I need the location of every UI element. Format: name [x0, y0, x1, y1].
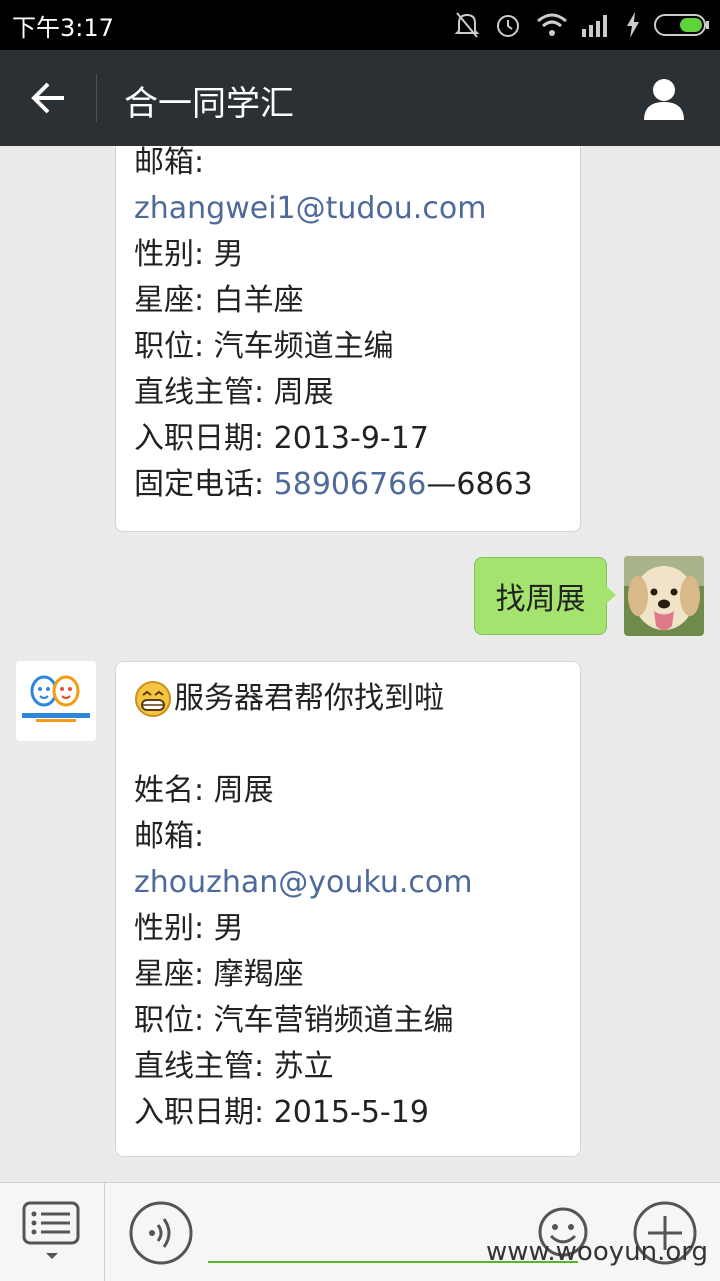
bar-divider	[104, 1183, 105, 1281]
watermark: www.wooyun.org	[485, 1237, 708, 1267]
phone-label: 固定电话:	[134, 467, 265, 502]
manager-line: 直线主管: 周展	[134, 375, 334, 410]
message-bubble-employee-2[interactable]: 服务器君帮你找到啦 姓名: 周展 邮箱: zhouzhan@youku.com …	[115, 661, 581, 1157]
message-bubble-employee-1[interactable]: 邮箱: zhangwei1@tudou.com 性别: 男 星座: 白羊座 职位…	[115, 146, 581, 532]
bot-logo-image	[16, 661, 96, 741]
title-divider	[96, 74, 97, 122]
bot-avatar[interactable]	[16, 661, 96, 741]
zodiac-line: 星座: 摩羯座	[134, 957, 304, 992]
chat-area[interactable]: 邮箱: zhangwei1@tudou.com 性别: 男 星座: 白羊座 职位…	[0, 146, 720, 1182]
chat-title: 合一同学汇	[124, 84, 294, 124]
status-icons	[454, 10, 710, 40]
join-date-line: 入职日期: 2015-5-19	[134, 1095, 429, 1130]
position-line: 职位: 汽车营销频道主编	[134, 1003, 454, 1038]
zodiac-line: 星座: 白羊座	[134, 283, 304, 318]
status-bar: 下午3:17	[0, 0, 720, 50]
mute-bell-icon	[454, 12, 480, 38]
name-line: 姓名: 周展	[134, 773, 274, 808]
manager-line: 直线主管: 苏立	[134, 1049, 334, 1084]
wifi-icon	[537, 13, 567, 36]
email-label: 邮箱:	[134, 146, 205, 180]
sent-message-text: 找周展	[495, 582, 586, 617]
gender-line: 性别: 男	[134, 911, 244, 946]
signal-icon	[582, 15, 607, 37]
profile-icon[interactable]	[642, 76, 686, 120]
charging-icon	[627, 12, 639, 38]
menu-list-icon[interactable]	[22, 1201, 82, 1265]
join-date-line: 入职日期: 2013-9-17	[134, 421, 429, 456]
battery-icon	[654, 14, 709, 36]
voice-icon[interactable]	[128, 1200, 194, 1266]
input-bar: www.wooyun.org	[0, 1182, 720, 1281]
phone-ext: —6863	[426, 467, 533, 502]
email-label-line: 邮箱:	[134, 819, 205, 854]
email-link-line[interactable]: zhouzhan@youku.com	[134, 860, 562, 906]
title-bar: 合一同学汇	[0, 50, 720, 146]
email-link[interactable]: zhouzhan@youku.com	[134, 865, 472, 900]
position-line: 职位: 汽车频道主编	[134, 329, 394, 364]
email-link[interactable]: zhangwei1@tudou.com	[134, 186, 562, 232]
grin-emoji-icon	[135, 681, 171, 717]
back-arrow-icon[interactable]	[28, 78, 68, 118]
greeting-text: 服务器君帮你找到啦	[174, 681, 444, 716]
phone-link[interactable]: 58906766	[274, 467, 427, 502]
status-time: 下午3:17	[12, 14, 114, 42]
phone-line: 固定电话: 58906766—6863	[134, 462, 562, 508]
dog-avatar-image	[624, 556, 704, 636]
alarm-icon	[497, 15, 519, 37]
greeting-line: 服务器君帮你找到啦	[134, 676, 562, 722]
gender-line: 性别: 男	[134, 237, 244, 272]
user-avatar[interactable]	[624, 556, 704, 636]
sent-message-bubble[interactable]: 找周展	[474, 557, 616, 635]
